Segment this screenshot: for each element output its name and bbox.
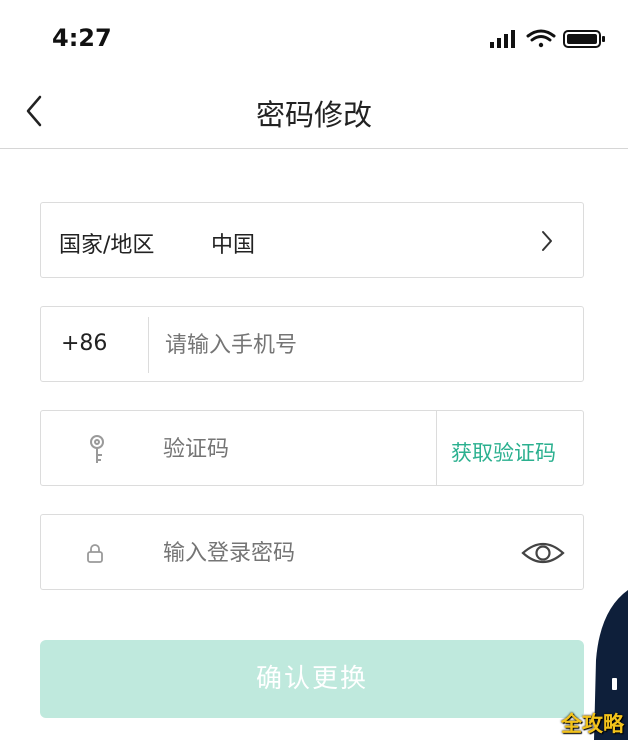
country-code: +86 — [61, 331, 108, 356]
region-value: 中国 — [211, 233, 256, 258]
chevron-right-icon — [542, 231, 552, 251]
status-icons — [490, 28, 610, 54]
password-field — [40, 514, 584, 590]
phone-input[interactable] — [165, 331, 545, 359]
code-input[interactable] — [163, 435, 423, 463]
get-code-button[interactable]: 获取验证码 — [451, 437, 556, 467]
page-title: 密码修改 — [255, 98, 372, 132]
key-icon — [90, 435, 104, 463]
lock-icon — [87, 544, 103, 563]
watermark-logo: 全攻略 — [561, 712, 624, 736]
code-field: 获取验证码 — [40, 410, 584, 486]
eye-icon[interactable] — [521, 539, 565, 567]
status-bar: 4:27 — [0, 0, 628, 78]
battery-icon — [563, 30, 605, 48]
cellular-signal-icon — [490, 30, 515, 48]
region-selector[interactable]: 国家/地区 中国 — [40, 202, 584, 278]
status-time: 4:27 — [52, 24, 112, 52]
confirm-change-button[interactable]: 确认更换 — [40, 640, 584, 718]
divider — [148, 317, 149, 373]
region-label: 国家/地区 — [59, 233, 155, 258]
divider — [436, 411, 437, 485]
phone-field: +86 — [40, 306, 584, 382]
password-input[interactable] — [163, 539, 503, 567]
wifi-icon — [526, 29, 556, 48]
nav-bar: 密码修改 — [0, 78, 628, 149]
